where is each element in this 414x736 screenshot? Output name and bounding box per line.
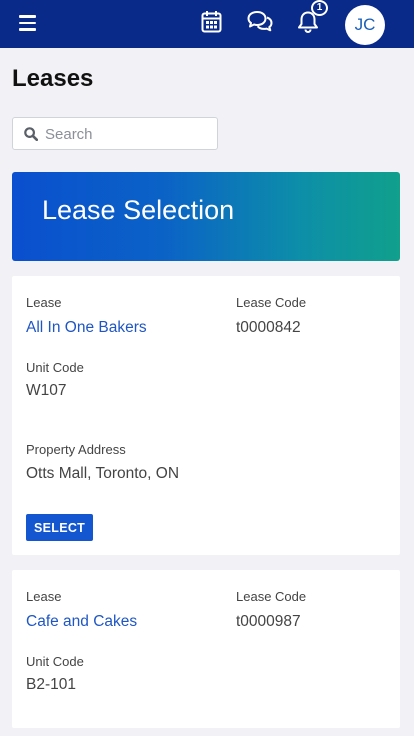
lease-selection-banner: Lease Selection <box>12 172 400 261</box>
unit-code-label: Unit Code <box>26 360 84 375</box>
lease-code-label: Lease Code <box>236 589 307 604</box>
select-lease-button[interactable]: SELECT <box>26 514 94 541</box>
lease-label: Lease <box>26 589 62 604</box>
user-avatar[interactable]: JC <box>345 5 385 45</box>
lease-name-link[interactable]: Cafe and Cakes <box>26 613 137 631</box>
banner-title: Lease Selection <box>42 195 235 225</box>
calendar-icon[interactable] <box>201 10 222 38</box>
property-address-label: Property Address <box>26 442 126 457</box>
search-box <box>12 117 218 150</box>
lease-code-label: Lease Code <box>236 295 307 310</box>
top-app-bar: 1 JC <box>0 0 414 48</box>
lease-code-value: t0000987 <box>236 613 301 630</box>
hamburger-menu-icon[interactable] <box>19 15 36 31</box>
chat-icon[interactable] <box>247 10 273 37</box>
unit-code-label: Unit Code <box>26 654 84 669</box>
lease-label: Lease <box>26 295 62 310</box>
search-input[interactable] <box>45 123 210 145</box>
search-icon <box>24 127 38 141</box>
unit-code-value: B2-101 <box>26 676 76 693</box>
lease-card: Lease Cafe and Cakes Lease Code t0000987… <box>12 570 400 728</box>
page-title: Leases <box>12 65 94 92</box>
property-address-value: Otts Mall, Toronto, ON <box>26 465 180 482</box>
notification-count-badge[interactable]: 1 <box>311 0 328 16</box>
lease-name-link[interactable]: All In One Bakers <box>26 319 147 337</box>
unit-code-value: W107 <box>26 382 67 399</box>
lease-code-value: t0000842 <box>236 319 301 336</box>
lease-card: Lease All In One Bakers Lease Code t0000… <box>12 276 400 555</box>
